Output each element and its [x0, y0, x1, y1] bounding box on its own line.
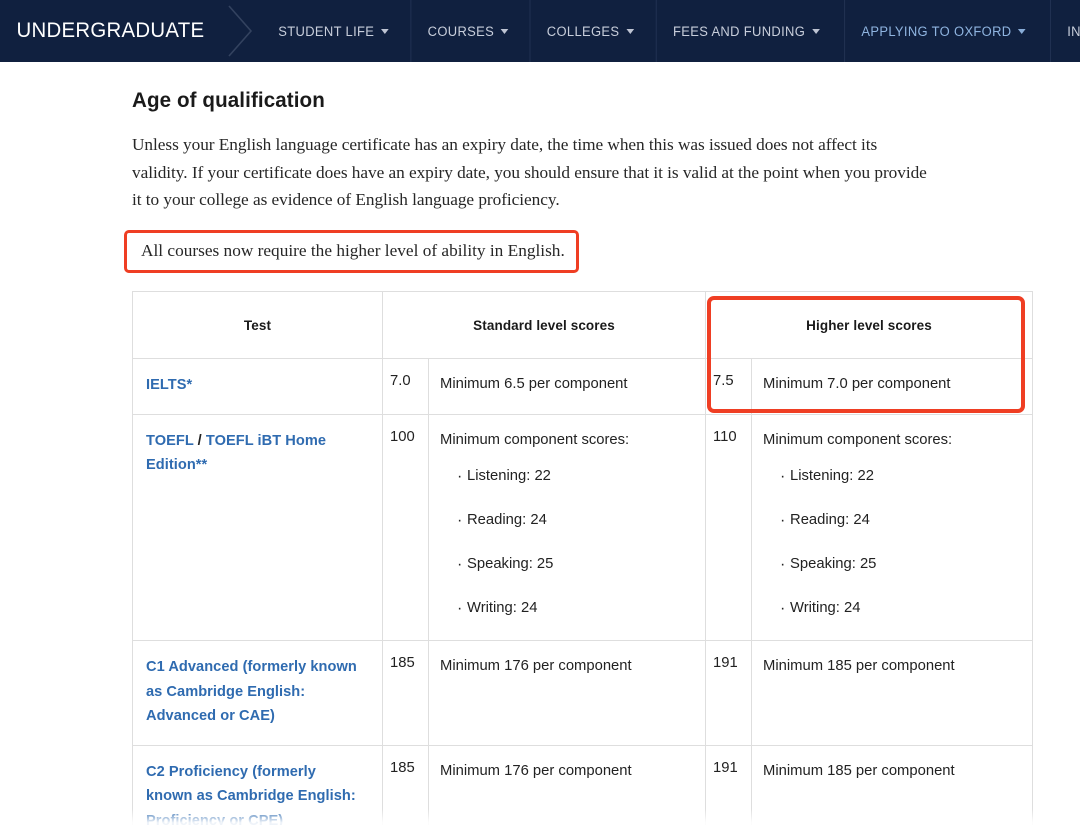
cell-higher-score: 191 — [705, 640, 753, 746]
cell-standard-score: 185 — [382, 744, 429, 825]
component-score-item: Speaking: 25 — [457, 552, 695, 577]
description-text: Minimum 185 per component — [763, 762, 955, 779]
cell-higher-description: Minimum 185 per component — [751, 640, 1034, 746]
description-text: Minimum 176 per component — [440, 658, 632, 675]
component-score-item: Listening: 22 — [457, 464, 695, 489]
component-score-list: Listening: 22 Reading: 24 Speaking: 25 Writ… — [763, 464, 1022, 621]
cell-test-name: TOEFL / TOEFL iBT Home Edition** — [132, 413, 383, 642]
test-name-separator: / — [193, 432, 206, 449]
chevron-down-icon — [625, 29, 634, 34]
component-score-item: Writing: 24 — [457, 596, 695, 621]
description-text: Minimum component scores: — [763, 431, 953, 448]
highlighted-sentence-wrap: All courses now require the higher level… — [124, 229, 579, 274]
page-title: Age of qualification — [132, 89, 325, 112]
english-requirements-table: Test Standard level scores Higher level … — [132, 291, 1034, 825]
test-link[interactable]: IELTS — [146, 377, 187, 393]
primary-navigation: STUDENT LIFE COURSES COLLEGES FEES AND FUND… — [259, 0, 1080, 62]
cell-test-name: C1 Advanced (formerly known as Cambridge… — [132, 640, 383, 746]
table-row: IELTS* 7.0 Minimum 6.5 per component 7.5 Min… — [132, 358, 1034, 415]
chevron-down-icon — [500, 29, 509, 34]
column-header-standard: Standard level scores — [381, 291, 707, 360]
cell-higher-description: Minimum 185 per component — [751, 744, 1034, 825]
table-row: C2 Proficiency (formerly known as Cambri… — [132, 744, 1034, 825]
component-score-item: Speaking: 25 — [780, 552, 1022, 577]
brand-chevron-icon — [225, 0, 259, 62]
cell-higher-score: 110 — [705, 413, 753, 642]
cell-standard-score: 185 — [382, 640, 429, 746]
page-content: Age of qualification Unless your English… — [0, 62, 1080, 825]
nav-item-fees-and-funding[interactable]: FEES AND FUNDING — [656, 0, 836, 62]
nav-item-courses[interactable]: COURSES — [410, 0, 524, 62]
table-head: Test Standard level scores Higher level … — [132, 291, 1034, 360]
table-row: C1 Advanced (formerly known as Cambridge… — [132, 640, 1034, 746]
component-score-item: Reading: 24 — [780, 508, 1022, 533]
cell-standard-score: 7.0 — [382, 358, 429, 415]
nav-item-label: FEES AND FUNDING — [673, 23, 806, 39]
column-header-test: Test — [132, 291, 383, 360]
site-brand[interactable]: UNDERGRADUATE — [0, 19, 218, 43]
column-header-higher: Higher level scores — [705, 291, 1034, 360]
cell-higher-description: Minimum 7.0 per component — [751, 358, 1034, 415]
component-score-list: Listening: 22 Reading: 24 Speaking: 25 Writ… — [440, 464, 695, 621]
cell-higher-score: 7.5 — [705, 358, 753, 415]
footnote-marker: ** — [195, 457, 208, 474]
nav-item-label: STUDENT LIFE — [278, 23, 374, 39]
nav-item-label: INCREASING ACCESS — [1067, 23, 1080, 39]
description-text: Minimum 176 per component — [440, 762, 632, 779]
table-row: TOEFL / TOEFL iBT Home Edition** 100 Minim… — [132, 413, 1034, 642]
table-header-row: Test Standard level scores Higher level … — [132, 291, 1034, 360]
highlighted-sentence: All courses now require the higher level… — [141, 240, 565, 260]
test-link[interactable]: C1 Advanced (formerly known as Cambridge… — [146, 659, 357, 724]
nav-item-label: APPLYING TO OXFORD — [861, 23, 1012, 39]
content-column: Age of qualification Unless your English… — [124, 89, 1034, 825]
cell-test-name: C2 Proficiency (formerly known as Cambri… — [132, 744, 383, 825]
test-link[interactable]: TOEFL — [146, 433, 194, 449]
intro-paragraph: Unless your English language certificate… — [132, 135, 927, 209]
component-score-item: Listening: 22 — [780, 464, 1022, 489]
cell-standard-description: Minimum component scores: Listening: 22 Re… — [427, 413, 707, 642]
nav-item-colleges[interactable]: COLLEGES — [529, 0, 650, 62]
chevron-down-icon — [380, 29, 389, 34]
cell-test-name: IELTS* — [132, 358, 383, 415]
site-navbar: UNDERGRADUATE STUDENT LIFE COURSES COLLEGE… — [0, 0, 1080, 62]
cell-standard-description: Minimum 6.5 per component — [427, 358, 707, 415]
scores-table-wrap: Test Standard level scores Higher level … — [132, 291, 1034, 825]
description-text: Minimum component scores: — [440, 431, 630, 448]
chevron-down-icon — [812, 29, 821, 34]
description-text: Minimum 6.5 per component — [440, 376, 628, 393]
cell-higher-description: Minimum component scores: Listening: 22 Re… — [751, 413, 1034, 642]
chevron-down-icon — [1018, 29, 1027, 34]
nav-item-increasing-access[interactable]: INCREASING ACCESS — [1050, 0, 1080, 62]
component-score-item: Reading: 24 — [457, 508, 695, 533]
nav-item-label: COURSES — [427, 23, 494, 39]
description-text: Minimum 7.0 per component — [763, 376, 951, 393]
nav-item-student-life[interactable]: STUDENT LIFE — [262, 0, 405, 62]
cell-standard-score: 100 — [382, 413, 429, 642]
nav-item-label: COLLEGES — [546, 23, 620, 39]
nav-item-applying-to-oxford[interactable]: APPLYING TO OXFORD — [844, 0, 1042, 62]
description-text: Minimum 185 per component — [763, 658, 955, 675]
component-score-item: Writing: 24 — [780, 596, 1022, 621]
cell-higher-score: 191 — [705, 744, 753, 825]
cell-standard-description: Minimum 176 per component — [427, 744, 707, 825]
cell-standard-description: Minimum 176 per component — [427, 640, 707, 746]
table-body: IELTS* 7.0 Minimum 6.5 per component 7.5 Min… — [132, 358, 1034, 825]
footnote-marker: * — [186, 377, 193, 394]
test-link[interactable]: C2 Proficiency (formerly known as Cambri… — [146, 764, 356, 825]
